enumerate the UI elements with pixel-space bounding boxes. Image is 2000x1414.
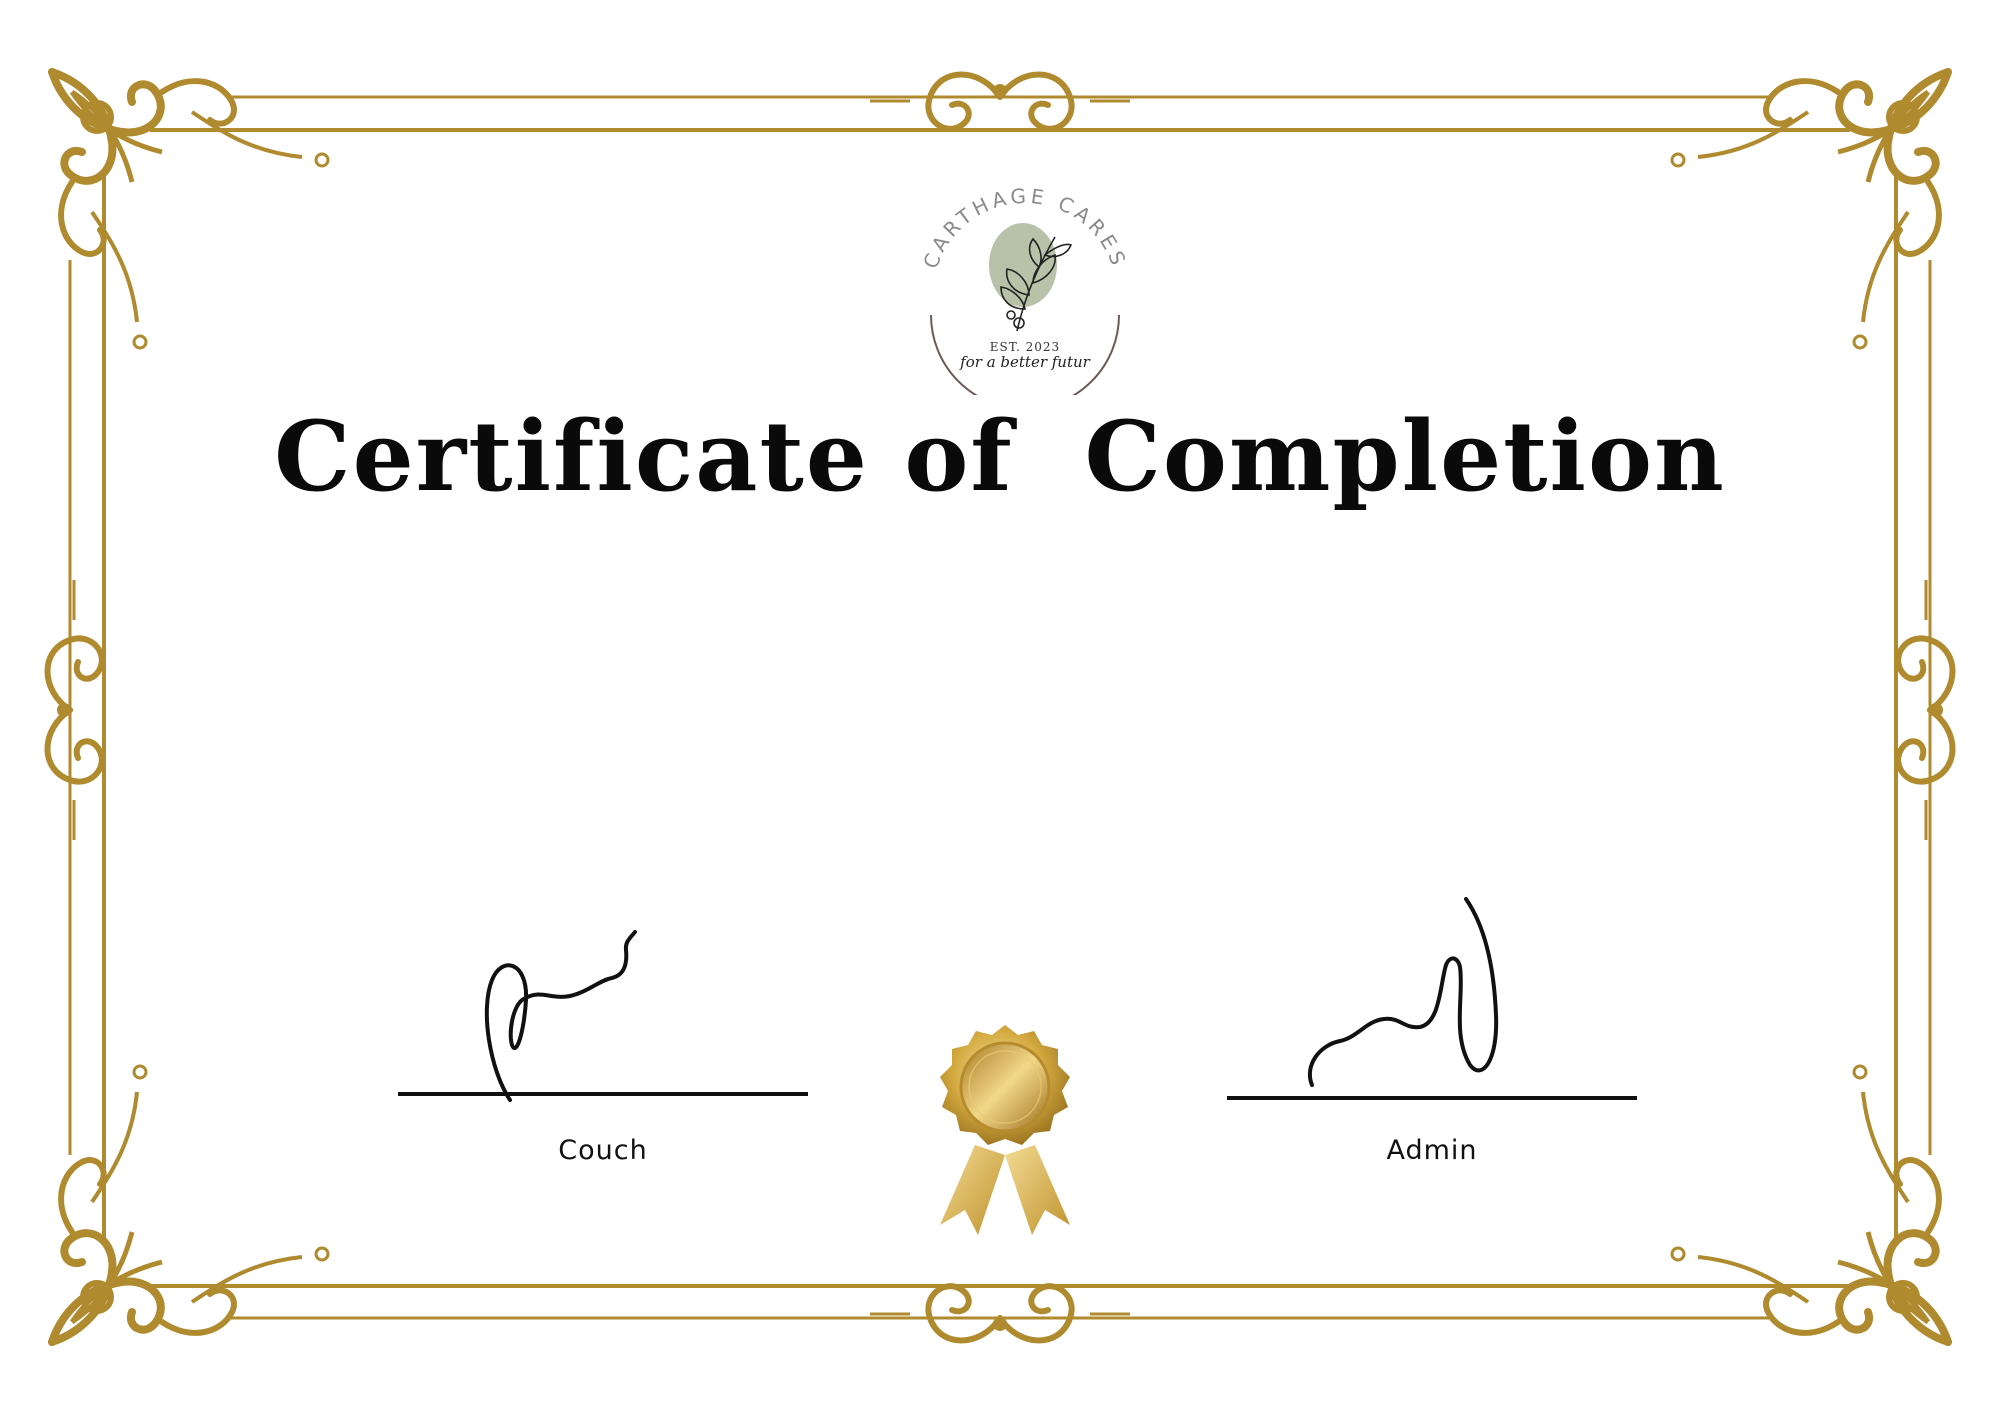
certificate-page: CARTHAGE CARES EST. 2023 for a better fu… <box>0 0 2000 1414</box>
admin-signature-line <box>1227 1096 1637 1100</box>
logo-established: EST. 2023 <box>990 340 1060 354</box>
coach-signature-line <box>398 1092 808 1096</box>
admin-signature-label: Admin <box>1386 1135 1478 1166</box>
certificate-title: Certificate of Completion <box>274 400 1726 513</box>
carthage-cares-logo: CARTHAGE CARES EST. 2023 for a better fu… <box>905 155 1145 410</box>
gold-award-seal-icon <box>940 1025 1070 1235</box>
admin-signature <box>1308 897 1499 1087</box>
logo-tagline: for a better futur <box>959 353 1090 371</box>
coach-signature <box>484 930 637 1102</box>
coach-signature-label: Couch <box>558 1135 648 1166</box>
